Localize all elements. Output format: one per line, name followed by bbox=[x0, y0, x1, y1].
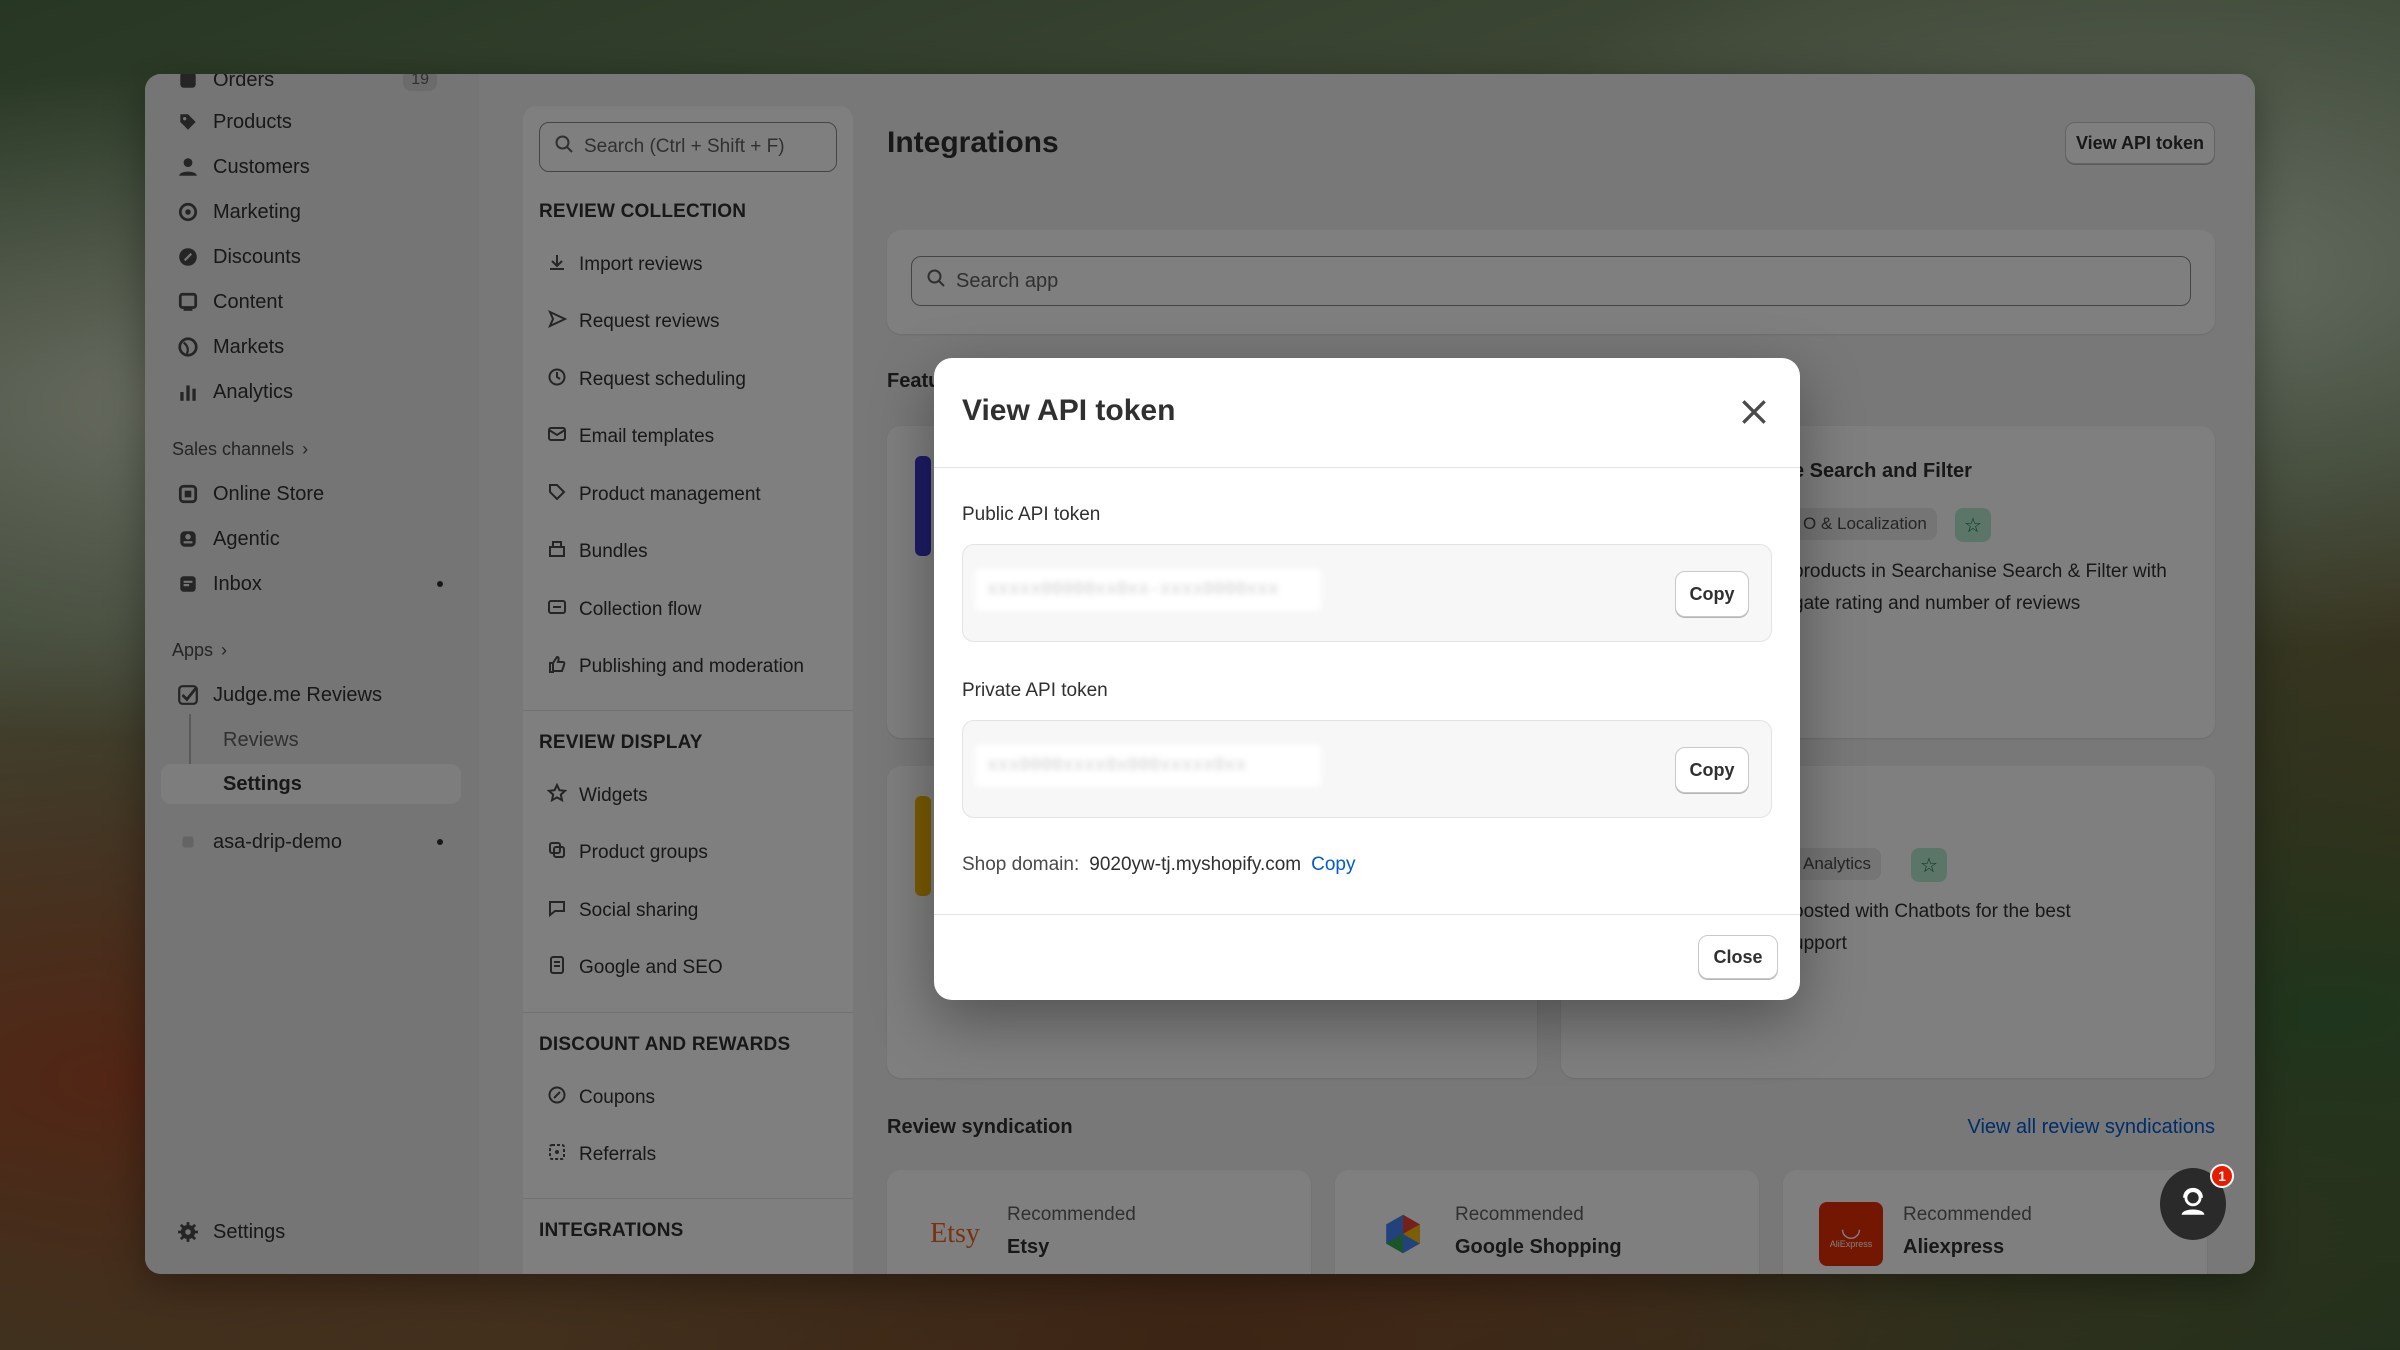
modal-footer: Close bbox=[934, 914, 1800, 1000]
copy-domain-link[interactable]: Copy bbox=[1311, 854, 1355, 876]
shop-domain-label: Shop domain: bbox=[962, 854, 1080, 875]
close-icon[interactable] bbox=[1734, 392, 1774, 432]
copy-public-token-button[interactable]: Copy bbox=[1675, 571, 1749, 617]
private-token-field: xxx0000xxxx0x000xxxxx0xx Copy bbox=[962, 720, 1772, 818]
copy-private-token-button[interactable]: Copy bbox=[1675, 747, 1749, 793]
public-token-label: Public API token bbox=[962, 504, 1101, 525]
shop-domain-value: 9020yw-tj.myshopify.com bbox=[1089, 854, 1302, 875]
public-token-field: xxxxx00000xx0xx-xxxx0000xxx Copy bbox=[962, 544, 1772, 642]
notification-badge: 1 bbox=[2210, 1164, 2234, 1188]
modal-header: View API token bbox=[934, 358, 1800, 468]
modal-title: View API token bbox=[962, 394, 1176, 427]
support-chat-button[interactable]: 1 bbox=[2160, 1164, 2234, 1240]
api-token-modal: View API token Public API token xxxxx000… bbox=[934, 358, 1800, 1000]
private-token-value: xxx0000xxxx0x000xxxxx0xx bbox=[975, 745, 1321, 787]
private-token-label: Private API token bbox=[962, 680, 1108, 701]
support-agent-icon bbox=[2176, 1185, 2210, 1224]
shop-domain-row: Shop domain: 9020yw-tj.myshopify.com Cop… bbox=[962, 854, 1356, 876]
public-token-value: xxxxx00000xx0xx-xxxx0000xxx bbox=[975, 569, 1321, 611]
close-button[interactable]: Close bbox=[1698, 935, 1778, 979]
